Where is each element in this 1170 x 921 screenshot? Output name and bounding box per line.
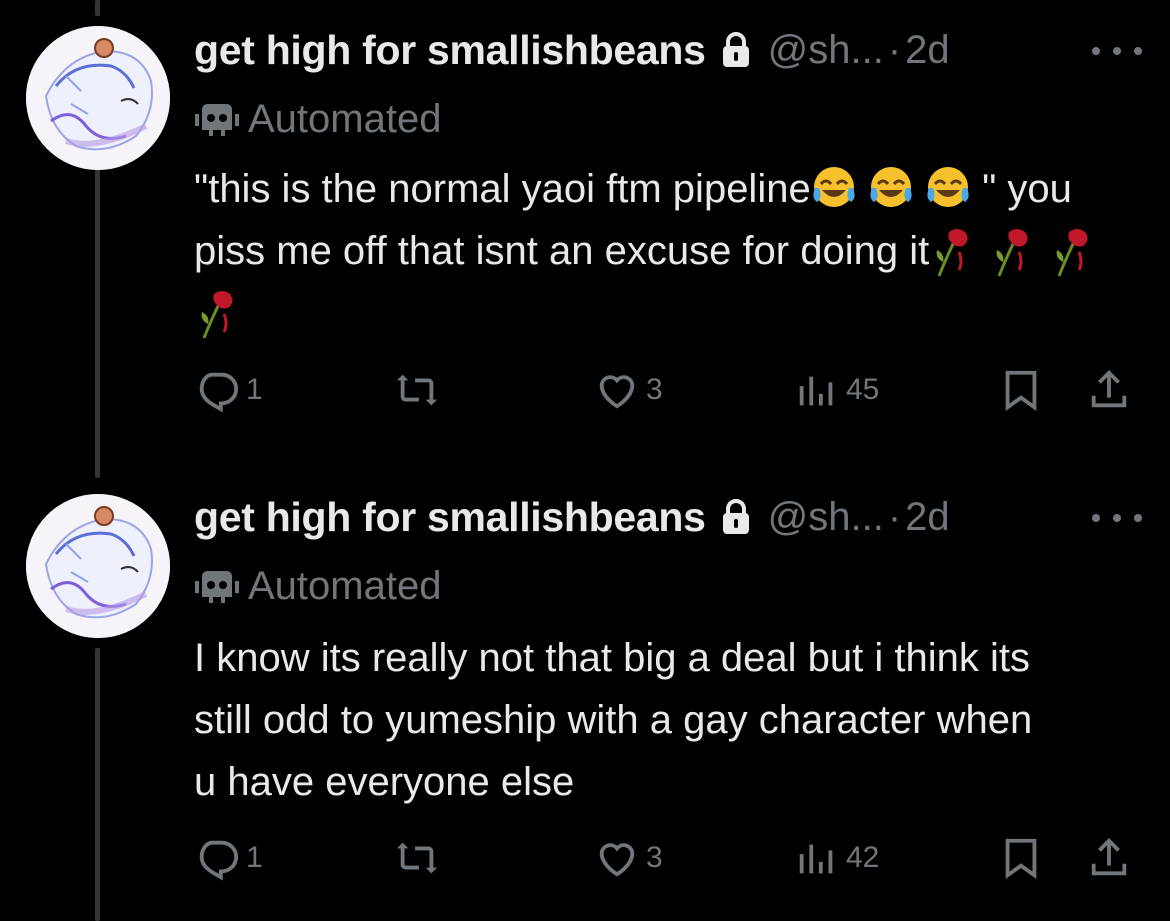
automated-text: Automated [248,96,442,141]
bot-icon [195,571,239,603]
views-button[interactable]: 42 [794,833,879,883]
avatar[interactable] [26,494,170,638]
bookmark-icon [1005,838,1037,879]
reply-button[interactable]: 1 [194,833,263,883]
timestamp[interactable]: 2d [905,495,950,540]
separator: · [887,27,902,72]
reply-count: 1 [246,373,263,406]
wilted-flower-emoji-icon [989,226,1039,278]
like-count: 3 [646,373,663,406]
tweet-text-part: "this is the normal yaoi ftm pipeline [194,167,811,211]
retweet-button[interactable] [394,833,440,883]
like-icon [599,375,635,409]
display-name[interactable]: get high for smallishbeans [194,27,706,74]
handle[interactable]: @sh... [768,495,884,540]
share-icon [1091,370,1127,408]
tweet-header: get high for smallishbeans @sh... · 2d [194,20,950,80]
view-count: 42 [846,841,880,874]
tweet[interactable]: get high for smallishbeans @sh... · 2d A… [0,460,1170,921]
retweet-icon [396,374,438,406]
automated-label: Automated [194,93,441,145]
tweet[interactable]: get high for smallishbeans @sh... · 2d A… [0,0,1170,460]
wilted-flower-emoji-icon [194,288,244,340]
retweet-button[interactable] [394,365,440,415]
reply-icon [199,840,239,881]
reply-icon [199,372,239,413]
tears-of-joy-emoji-icon [868,164,914,210]
timestamp[interactable]: 2d [905,28,950,73]
views-icon [799,376,833,406]
bookmark-icon [1005,370,1037,411]
handle[interactable]: @sh... [768,28,884,73]
wilted-flower-emoji-icon [1049,226,1099,278]
tweet-text: "this is the normal yaoi ftm pipeline " … [194,158,1124,344]
separator: · [887,494,902,539]
views-button[interactable]: 45 [794,365,879,415]
like-icon [599,843,635,877]
share-button[interactable] [1086,365,1132,415]
tears-of-joy-emoji-icon [811,164,857,210]
share-icon [1091,838,1127,876]
reply-button[interactable]: 1 [194,365,263,415]
more-icon[interactable] [1092,503,1142,533]
tweet-text: I know its really not that big a deal bu… [194,636,1033,804]
tweet-header: get high for smallishbeans @sh... · 2d [194,487,950,547]
reply-count: 1 [246,841,263,874]
bot-icon [195,104,239,136]
like-button[interactable]: 3 [594,365,663,415]
automated-label: Automated [194,560,441,612]
retweet-icon [396,842,438,874]
views-icon [799,844,833,874]
bookmark-button[interactable] [998,833,1044,883]
share-button[interactable] [1086,833,1132,883]
tweet-actions: 1 3 42 [194,833,1140,883]
lock-icon [720,498,752,536]
more-icon[interactable] [1092,36,1142,66]
tweet-actions: 1 3 45 [194,365,1140,415]
display-name[interactable]: get high for smallishbeans [194,494,706,541]
automated-text: Automated [248,563,442,608]
wilted-flower-emoji-icon [929,226,979,278]
bookmark-button[interactable] [998,365,1044,415]
like-button[interactable]: 3 [594,833,663,883]
like-count: 3 [646,841,663,874]
view-count: 45 [846,373,880,406]
lock-icon [720,31,752,69]
tears-of-joy-emoji-icon [925,164,971,210]
avatar[interactable] [26,26,170,170]
